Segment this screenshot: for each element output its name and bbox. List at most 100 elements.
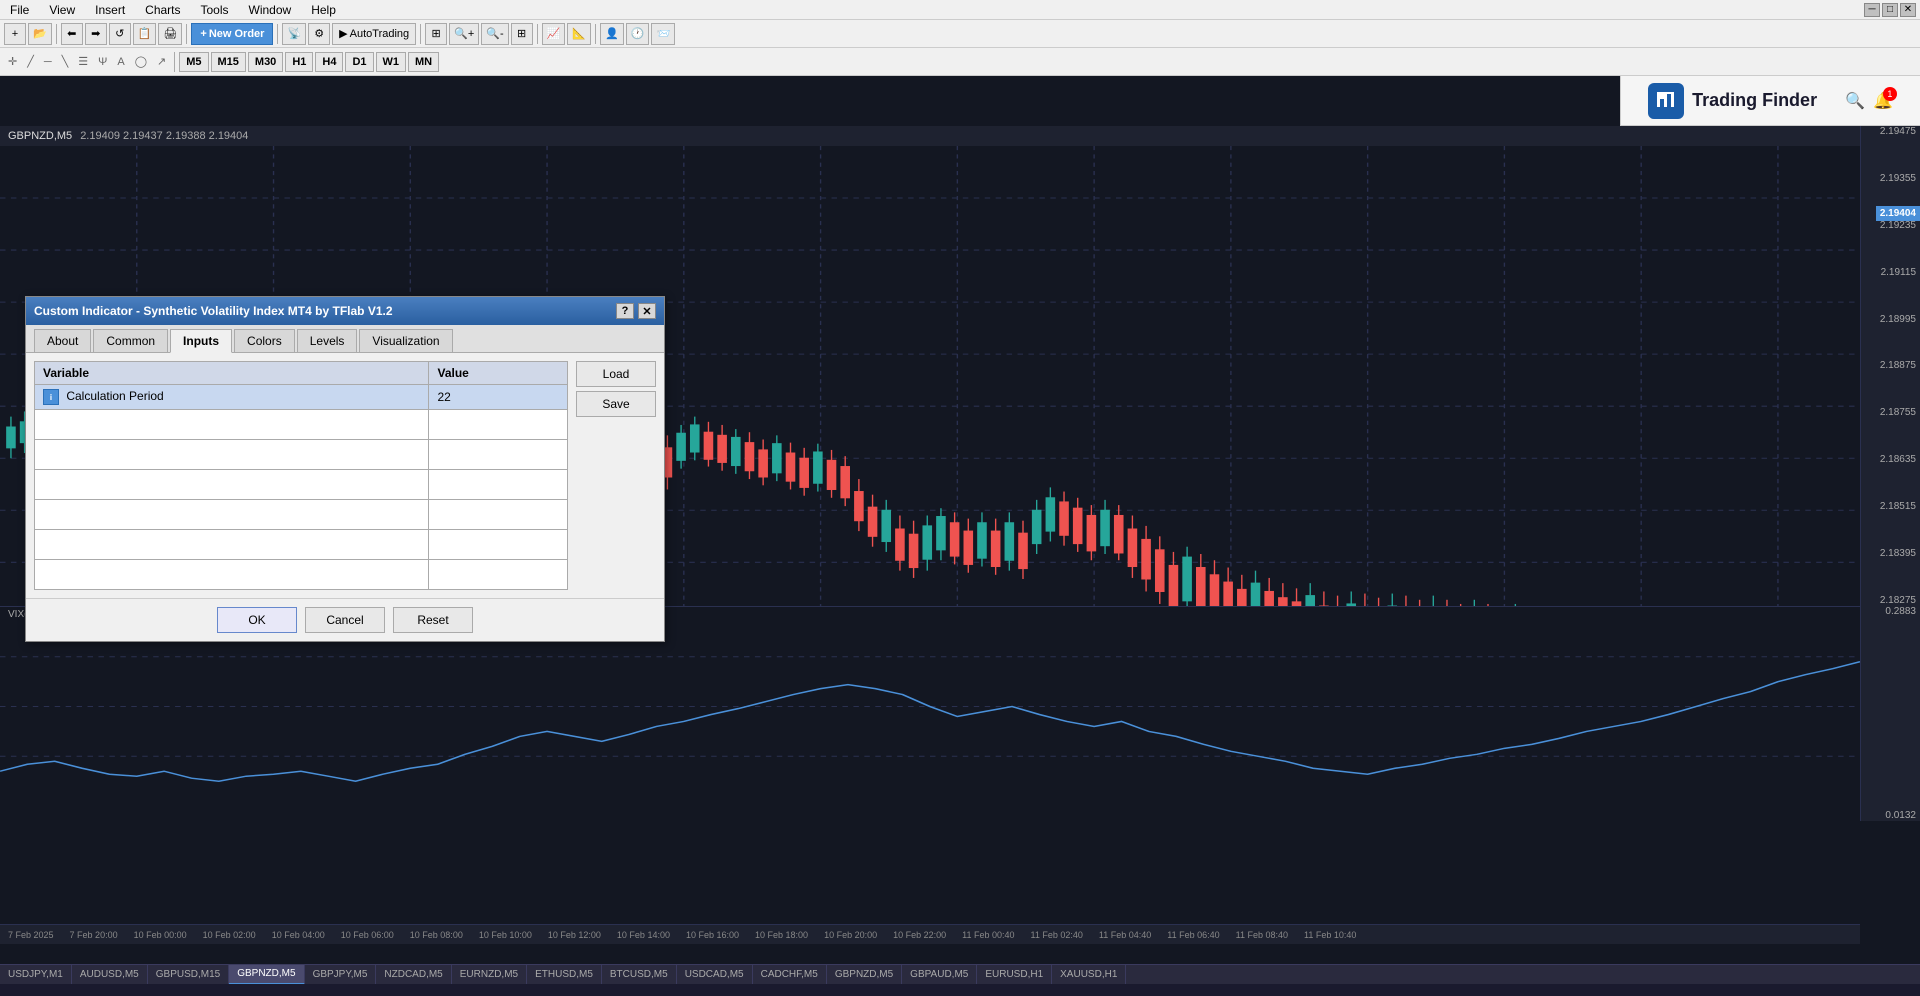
crosshair-tool[interactable]: ✛ (4, 55, 21, 68)
sym-tab-2[interactable]: GBPUSD,M15 (148, 965, 229, 985)
dialog-tab-about[interactable]: About (34, 329, 91, 352)
sym-tab-6[interactable]: EURNZD,M5 (452, 965, 527, 985)
chart-props-btn[interactable]: ⊞ (425, 23, 447, 45)
dialog-tab-inputs[interactable]: Inputs (170, 329, 232, 353)
profiles-btn[interactable]: 👤 (600, 23, 624, 45)
sym-tab-12[interactable]: GBPAUD,M5 (902, 965, 977, 985)
arrow-tool[interactable]: ↗ (153, 55, 170, 68)
back-btn[interactable]: ⬅ (61, 23, 83, 45)
menu-window[interactable]: Window (243, 1, 298, 19)
tf-w1[interactable]: W1 (376, 52, 407, 72)
menu-charts[interactable]: Charts (139, 1, 186, 19)
forward-btn[interactable]: ➡ (85, 23, 107, 45)
sym-tab-0[interactable]: USDJPY,M1 (0, 965, 72, 985)
tf-m15[interactable]: M15 (211, 52, 246, 72)
sym-tab-5[interactable]: NZDCAD,M5 (376, 965, 451, 985)
time-label-9: 10 Feb 14:00 (609, 930, 678, 940)
sym-tab-7[interactable]: ETHUSD,M5 (527, 965, 602, 985)
empty-row-2 (35, 440, 568, 470)
zoom-in-btn[interactable]: 🔍+ (449, 23, 479, 45)
menu-file[interactable]: File (4, 1, 35, 19)
tf-m5[interactable]: M5 (179, 52, 208, 72)
price-level-7: 2.18635 (1880, 454, 1916, 465)
indicator-scale-top: 0.2883 (1885, 606, 1916, 617)
line-tool[interactable]: ╱ (23, 55, 38, 68)
sym-tab-11[interactable]: GBPNZD,M5 (827, 965, 902, 985)
menu-help[interactable]: Help (305, 1, 342, 19)
menu-tools[interactable]: Tools (195, 1, 235, 19)
time-label-18: 11 Feb 08:40 (1228, 930, 1296, 940)
menu-insert[interactable]: Insert (89, 1, 131, 19)
new-chart-btn[interactable]: + (4, 23, 26, 45)
dialog[interactable]: Custom Indicator - Synthetic Volatility … (25, 296, 665, 642)
reload-btn[interactable]: ↺ (109, 23, 131, 45)
hline-tool[interactable]: ─ (40, 56, 56, 68)
search-icon[interactable]: 🔍 (1845, 91, 1865, 111)
empty-row-1 (35, 410, 568, 440)
tf-d1[interactable]: D1 (345, 52, 373, 72)
dialog-help-button[interactable]: ? (616, 303, 634, 319)
clock-btn[interactable]: 🕐 (626, 23, 650, 45)
print-btn[interactable]: 🖨 (158, 23, 182, 45)
new-order-button[interactable]: + New Order (191, 23, 273, 45)
ok-button[interactable]: OK (217, 607, 297, 633)
sym-tab-3[interactable]: GBPNZD,M5 (229, 965, 304, 985)
price-level-10: 2.18275 (1880, 595, 1916, 606)
tf-mn[interactable]: MN (408, 52, 439, 72)
zoom-out-btn[interactable]: 🔍- (481, 23, 508, 45)
indicators-btn[interactable]: 📈 (542, 23, 566, 45)
sym-tab-1[interactable]: AUDUSD,M5 (72, 965, 148, 985)
price-level-2: 2.19235 (1880, 220, 1916, 231)
value-cell[interactable]: 22 (429, 385, 568, 410)
menu-view[interactable]: View (43, 1, 81, 19)
sym-tab-10[interactable]: CADCHF,M5 (753, 965, 827, 985)
indicator-scale: 0.2883 0.0132 (1860, 606, 1920, 821)
tf-logo-text: Trading Finder (1692, 90, 1817, 111)
objects-btn[interactable]: 📐 (567, 23, 591, 45)
signal-btn[interactable]: 📡 (282, 23, 306, 45)
fib-tool[interactable]: Ψ (94, 56, 111, 68)
history-btn[interactable]: 📋 (133, 23, 157, 45)
sym-tab-4[interactable]: GBPJPY,M5 (305, 965, 377, 985)
dialog-close-button[interactable]: ✕ (638, 303, 656, 319)
tf-h4[interactable]: H4 (315, 52, 343, 72)
dialog-tab-levels[interactable]: Levels (297, 329, 358, 352)
maximize-button[interactable]: □ (1882, 3, 1898, 17)
dialog-titlebar: Custom Indicator - Synthetic Volatility … (26, 297, 664, 325)
sym-tab-8[interactable]: BTCUSD,M5 (602, 965, 677, 985)
sym-tab-14[interactable]: XAUUSD,H1 (1052, 965, 1126, 985)
reset-button[interactable]: Reset (393, 607, 473, 633)
save-button[interactable]: Save (576, 391, 656, 417)
dialog-tab-visualization[interactable]: Visualization (359, 329, 452, 352)
notification-icon[interactable]: 🔔 1 (1873, 91, 1893, 111)
load-button[interactable]: Load (576, 361, 656, 387)
ellipse-tool[interactable]: ◯ (131, 55, 151, 68)
minimize-button[interactable]: ─ (1864, 3, 1880, 17)
dialog-tab-common[interactable]: Common (93, 329, 168, 352)
text-tool[interactable]: A (113, 56, 128, 68)
autotrading-button[interactable]: ▶ AutoTrading (332, 23, 416, 45)
sep5 (537, 24, 538, 44)
dialog-tabs: About Common Inputs Colors Levels Visual… (26, 325, 664, 353)
close-button[interactable]: ✕ (1900, 3, 1916, 17)
sym-tab-13[interactable]: EURUSD,H1 (977, 965, 1052, 985)
open-btn[interactable]: 📂 (28, 23, 52, 45)
sep2 (186, 24, 187, 44)
cancel-button[interactable]: Cancel (305, 607, 385, 633)
col-variable: Variable (35, 362, 429, 385)
dialog-tab-colors[interactable]: Colors (234, 329, 295, 352)
price-level-5: 2.18875 (1880, 360, 1916, 371)
price-level-9: 2.18395 (1880, 548, 1916, 559)
grid-btn[interactable]: ⊞ (511, 23, 533, 45)
sym-tab-9[interactable]: USDCAD,M5 (677, 965, 753, 985)
trendline-tool[interactable]: ╲ (58, 55, 73, 68)
time-axis: 7 Feb 2025 7 Feb 20:00 10 Feb 00:00 10 F… (0, 924, 1860, 944)
price-level-1: 2.19355 (1880, 173, 1916, 184)
table-row[interactable]: i Calculation Period 22 (35, 385, 568, 410)
window-controls: ─ □ ✕ (1864, 3, 1916, 17)
settings-btn[interactable]: ⚙ (308, 23, 330, 45)
channel-tool[interactable]: ☰ (74, 55, 92, 68)
tf-m30[interactable]: M30 (248, 52, 283, 72)
tf-h1[interactable]: H1 (285, 52, 313, 72)
mailbox-btn[interactable]: 📨 (651, 23, 675, 45)
